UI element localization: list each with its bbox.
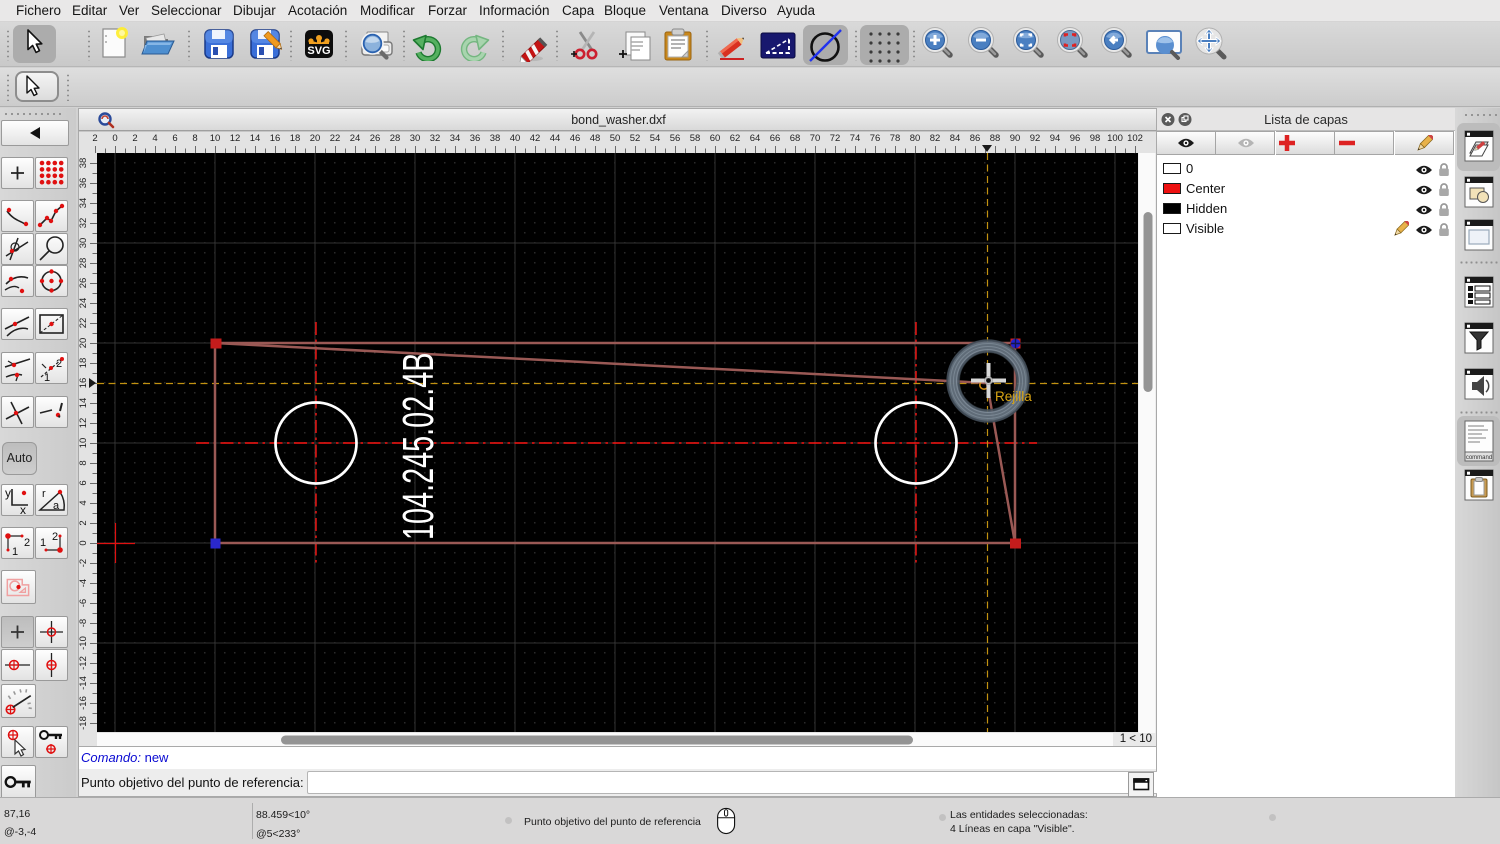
svg-text:command: command [1466, 455, 1492, 461]
svg-text:1: 1 [40, 537, 46, 549]
svg-text:r: r [42, 488, 46, 500]
svg-text:2: 2 [52, 531, 58, 543]
svg-text:y: y [5, 486, 11, 500]
svg-text:2: 2 [24, 537, 30, 549]
svg-text:SVG: SVG [307, 45, 330, 57]
svg-text:1: 1 [44, 372, 50, 383]
svg-text:a: a [53, 500, 60, 512]
svg-text:x: x [20, 503, 26, 515]
svg-text:1: 1 [12, 546, 18, 558]
